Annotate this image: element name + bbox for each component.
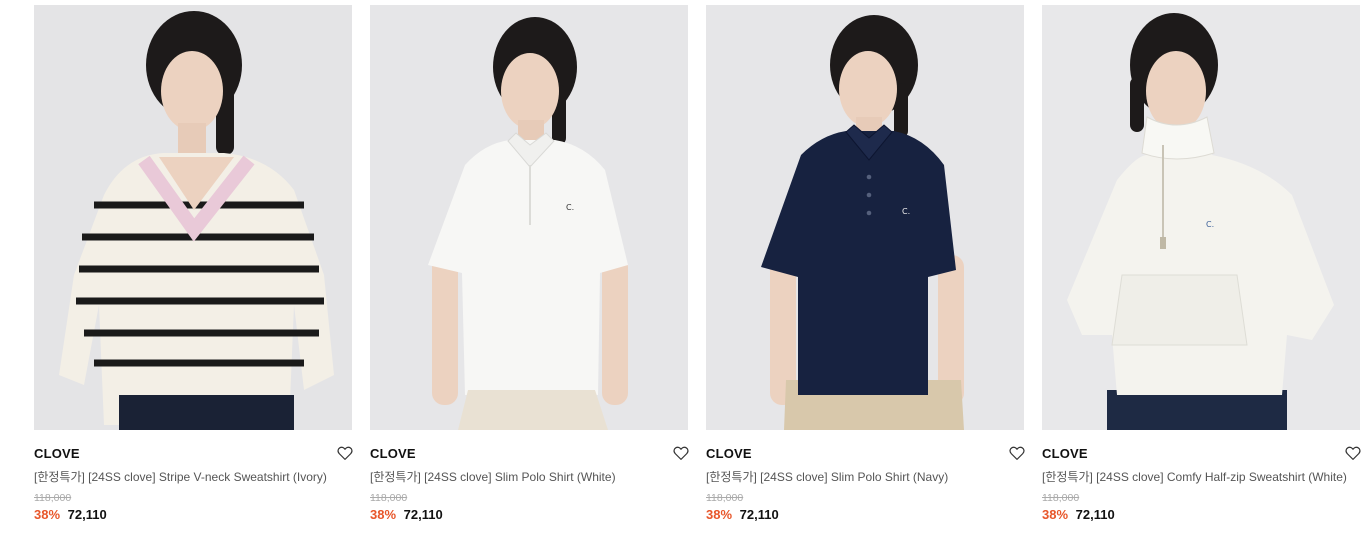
sale-price: 72,110: [1075, 507, 1115, 522]
heart-outline-icon[interactable]: [672, 444, 690, 462]
product-card[interactable]: C. CLOVE [한정특가] [24SS clove] Comfy Half-…: [1042, 5, 1362, 522]
sale-price: 72,110: [403, 507, 443, 522]
heart-outline-icon[interactable]: [1344, 444, 1362, 462]
product-grid: CLOVE [한정특가] [24SS clove] Stripe V-neck …: [0, 0, 1371, 535]
discount-rate: 38%: [1042, 507, 1069, 522]
original-price: 118,000: [34, 492, 72, 504]
discount-rate: 38%: [706, 507, 733, 522]
svg-text:C.: C.: [1206, 220, 1214, 229]
brand-name[interactable]: CLOVE: [1042, 446, 1088, 461]
product-title[interactable]: [한정특가] [24SS clove] Stripe V-neck Sweats…: [34, 468, 346, 486]
svg-text:C.: C.: [902, 207, 910, 216]
brand-name[interactable]: CLOVE: [34, 446, 80, 461]
product-card[interactable]: C. CLOVE [한정특가] [24SS clove] Slim Polo S…: [370, 5, 690, 522]
heart-outline-icon[interactable]: [336, 444, 354, 462]
discount-rate: 38%: [34, 507, 61, 522]
svg-text:C.: C.: [566, 203, 574, 212]
original-price: 118,000: [1042, 492, 1080, 504]
product-title[interactable]: [한정특가] [24SS clove] Slim Polo Shirt (Whi…: [370, 468, 682, 486]
brand-name[interactable]: CLOVE: [706, 446, 752, 461]
product-card[interactable]: C. CLOVE [한정특가] [24SS clove] Slim Polo S…: [706, 5, 1026, 522]
product-image[interactable]: C.: [370, 5, 688, 430]
brand-name[interactable]: CLOVE: [370, 446, 416, 461]
discount-rate: 38%: [370, 507, 397, 522]
price-row: 38% 72,110: [34, 507, 352, 522]
product-image[interactable]: C.: [706, 5, 1024, 430]
price-row: 38% 72,110: [706, 507, 1024, 522]
original-price: 118,000: [370, 492, 408, 504]
product-title[interactable]: [한정특가] [24SS clove] Comfy Half-zip Sweat…: [1042, 468, 1354, 486]
sale-price: 72,110: [739, 507, 779, 522]
price-row: 38% 72,110: [1042, 507, 1360, 522]
price-row: 38% 72,110: [370, 507, 688, 522]
sale-price: 72,110: [67, 507, 107, 522]
product-title[interactable]: [한정특가] [24SS clove] Slim Polo Shirt (Nav…: [706, 468, 1018, 486]
product-image[interactable]: C.: [1042, 5, 1360, 430]
heart-outline-icon[interactable]: [1008, 444, 1026, 462]
product-image[interactable]: [34, 5, 352, 430]
product-card[interactable]: CLOVE [한정특가] [24SS clove] Stripe V-neck …: [34, 5, 354, 522]
original-price: 118,000: [706, 492, 744, 504]
